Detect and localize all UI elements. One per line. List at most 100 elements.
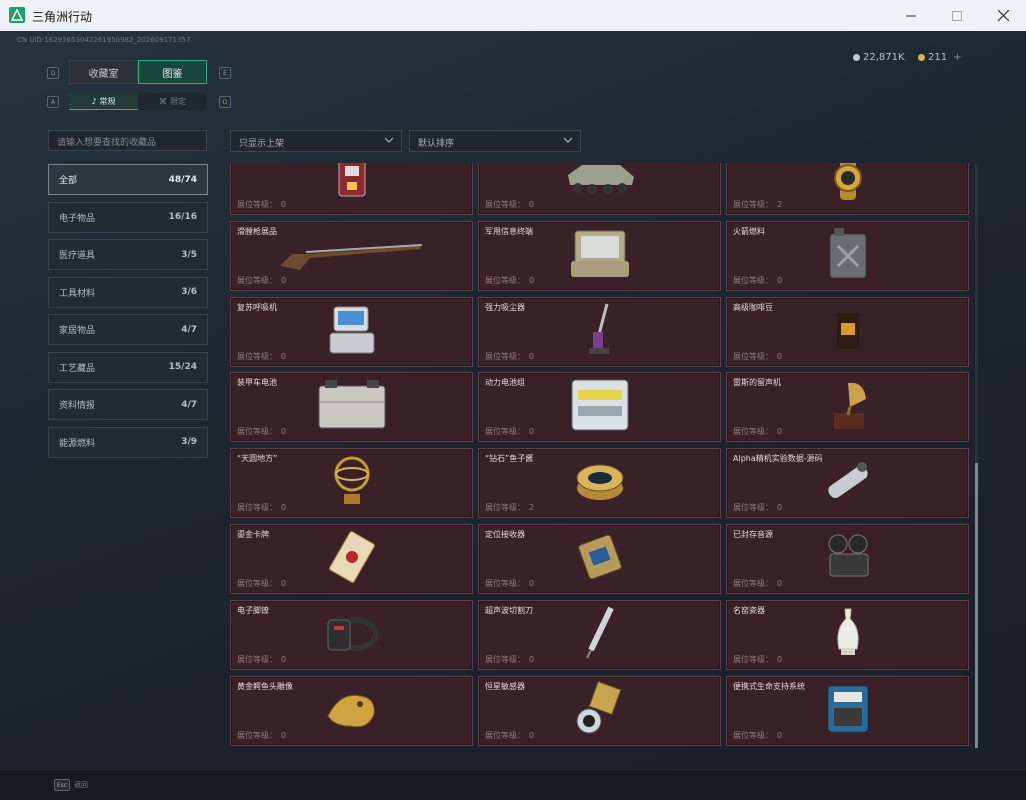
category-item[interactable]: 家居物品 4/7 [48, 314, 208, 345]
collectible-card[interactable]: 雷斯的留声机 展位等级： 0 [726, 372, 969, 443]
collectible-card[interactable]: 名窑瓷器 展位等级： 0 [726, 599, 969, 670]
maximize-icon [952, 10, 962, 21]
booth-level: 展位等级： 0 [733, 502, 782, 513]
collectible-card[interactable]: 超声波切割刀 展位等级： 0 [478, 599, 721, 670]
category-item[interactable]: 能源燃料 3/9 [48, 426, 208, 458]
collectible-card[interactable]: Alpha精机实验数据-源码 展位等级： 0 [726, 448, 969, 519]
collectible-name: 便携式生命支持系统 [733, 681, 805, 691]
booth-level: 展位等级： 0 [733, 426, 782, 437]
booth-level: 展位等级： 0 [733, 730, 782, 741]
gold-statue-icon [324, 686, 380, 736]
category-item[interactable]: 全部 48/74 [48, 164, 208, 195]
musket-icon [279, 236, 424, 276]
maximize-button[interactable] [934, 0, 980, 31]
category-item[interactable]: 医疗道具 3/5 [48, 239, 208, 270]
collectible-card[interactable]: 黄金鳄鱼头雕像 展位等级： 0 [230, 675, 473, 746]
currency-add-icon[interactable]: + [953, 52, 961, 63]
collectible-card[interactable]: 已封存音源 展位等级： 0 [726, 524, 969, 594]
booth-level-label: 展位等级： [485, 351, 525, 361]
gramophone-icon [828, 377, 868, 437]
booth-level: 展位等级： 0 [237, 578, 286, 589]
collectible-card[interactable]: 便携式生命支持系统 展位等级： 0 [726, 675, 969, 746]
game-viewport: CN UID:16297653042261950982_202609171357… [0, 31, 1026, 800]
category-count: 3/9 [181, 437, 197, 447]
category-item[interactable]: 资料情报 4/7 [48, 389, 208, 420]
booth-level: 展位等级： 2 [733, 199, 782, 210]
star-sensor-icon [573, 680, 627, 741]
grid-scrollbar[interactable] [975, 163, 978, 748]
collectible-card[interactable]: 高级咖啡豆 展位等级： 0 [726, 296, 969, 367]
life-support-icon [824, 682, 872, 740]
collectible-name: 火箭燃料 [733, 226, 765, 236]
booth-level: 展位等级： 0 [485, 351, 534, 362]
booth-level: 展位等级： 0 [237, 199, 286, 210]
collectible-name: 鎏金卡牌 [237, 530, 269, 539]
booth-level-value: 0 [777, 275, 783, 285]
booth-level-label: 展位等级： [237, 275, 277, 285]
collectible-card[interactable]: 火箭燃料展位等级： 0 [726, 220, 969, 291]
esc-key-hint[interactable]: Esc [54, 779, 70, 791]
silver-coin-icon [853, 54, 860, 61]
collectible-card[interactable]: 复苏呼吸机 展位等级： 0 [230, 296, 473, 367]
collectible-card[interactable]: 装甲车电池 展位等级： 0 [230, 372, 473, 443]
currency-gold-value: 211 [928, 52, 948, 63]
collectible-card[interactable]: 展位等级： 0 [478, 163, 721, 215]
collectible-card[interactable]: 军用信息终端 展位等级： 0 [478, 220, 721, 291]
collectible-card[interactable]: “天圆地方” 展位等级： 0 [230, 448, 473, 519]
booth-level-label: 展位等级： [237, 654, 277, 664]
collectible-card[interactable]: 展位等级： 0 [230, 163, 473, 215]
category-item[interactable]: 电子物品 16/16 [48, 201, 208, 233]
collectible-name: 强力吸尘器 [485, 302, 525, 312]
collectible-card[interactable]: 鎏金卡牌展位等级： 0 [230, 524, 473, 594]
category-count: 48/74 [168, 174, 197, 185]
collectible-card[interactable]: “钻石”鱼子酱 展位等级： 2 [478, 448, 721, 519]
booth-level-value: 0 [777, 730, 783, 740]
tab-limited[interactable]: ⌘ 限定 [138, 93, 207, 110]
app-logo-icon [9, 7, 25, 23]
collectible-card[interactable]: 动力电池组 展位等级： 0 [478, 372, 721, 443]
booth-level: 展位等级： 0 [485, 199, 534, 210]
booth-level: 展位等级： 0 [485, 275, 534, 286]
booth-level-label: 展位等级： [733, 275, 773, 285]
booth-level-label: 展位等级： [485, 579, 525, 588]
booth-level-label: 展位等级： [237, 730, 277, 740]
tab-collection-room[interactable]: 收藏室 [69, 60, 138, 84]
collectible-card[interactable]: 滑膛枪展品 展位等级： 0 [230, 220, 473, 291]
booth-level: 展位等级： 0 [237, 275, 286, 286]
collectible-card[interactable]: 强力吸尘器展位等级： 0 [478, 296, 721, 367]
category-label: 工艺藏品 [59, 363, 96, 374]
tab-catalog[interactable]: 图鉴 [138, 60, 207, 84]
category-label: 全部 [59, 176, 78, 186]
collectible-card[interactable]: 展位等级： 2 [726, 163, 969, 215]
collectible-name: “天圆地方” [237, 454, 278, 464]
category-count: 16/16 [168, 212, 197, 222]
shelf-filter-dropdown[interactable]: 只显示上架 [230, 130, 402, 152]
collectible-card[interactable]: 电子脚镣 展位等级： 0 [230, 599, 473, 670]
vehicle-battery-icon [317, 380, 387, 434]
booth-level-value: 0 [281, 654, 287, 664]
booth-level-label: 展位等级： [733, 730, 773, 740]
booth-level-value: 2 [529, 503, 535, 513]
booth-level-value: 0 [281, 730, 287, 740]
receiver-icon [575, 531, 625, 587]
collectible-name: 定位接收器 [485, 530, 525, 539]
tab-regular[interactable]: ♪ 常规 [69, 93, 138, 110]
grid-scrollbar-thumb[interactable] [975, 463, 978, 748]
minimize-button[interactable] [888, 0, 934, 31]
close-button[interactable] [980, 0, 1026, 31]
category-item[interactable]: 工具材料 3/6 [48, 276, 208, 308]
currency-silver-value: 22,871K [863, 52, 905, 63]
key-hint-d: D [219, 96, 231, 108]
collectible-name: 装甲车电池 [237, 378, 277, 388]
booth-level-value: 0 [529, 351, 535, 361]
key-hint-a: A [47, 96, 59, 108]
collectible-card[interactable]: 恒星敏感器 展位等级： 0 [478, 675, 721, 746]
collectible-name: 雷斯的留声机 [733, 378, 781, 388]
search-input[interactable]: 请输入想要查找的收藏品 [48, 130, 207, 151]
ultrasonic-cutter-icon [585, 606, 615, 664]
category-item[interactable]: 工艺藏品 15/24 [48, 351, 208, 383]
collectible-card[interactable]: 定位接收器 展位等级： 0 [478, 524, 721, 594]
sort-dropdown[interactable]: 默认排序 [409, 130, 581, 152]
currency-gold[interactable]: 211 + [918, 52, 961, 63]
minimize-icon [906, 15, 916, 16]
